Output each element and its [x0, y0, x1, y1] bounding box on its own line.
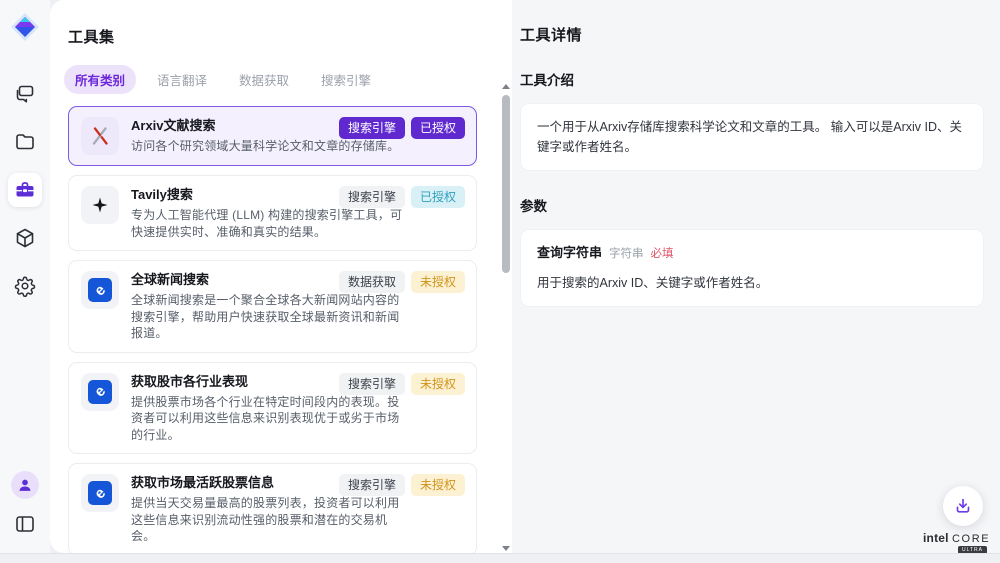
details-title: 工具详情	[520, 24, 992, 45]
chat-icon	[13, 82, 37, 106]
spark-star-icon	[90, 195, 110, 215]
app-logo-icon	[9, 11, 41, 43]
param-name: 查询字符串	[537, 243, 602, 264]
param-required-flag: 必填	[651, 245, 674, 263]
category-tab-3[interactable]: 搜索引擎	[310, 65, 382, 94]
auth-status-badge: 已授权	[411, 117, 465, 139]
param-description: 用于搜索的Arxiv ID、关键字或作者姓名。	[537, 273, 967, 293]
intel-core-logo: intel CORE ULTRA	[923, 531, 989, 554]
sidebar-item-models[interactable]	[8, 221, 42, 255]
tool-list: Arxiv文献搜索 访问各个研究领域大量科学论文和文章的存储库。 搜索引擎 已授…	[68, 106, 477, 553]
category-badge: 搜索引擎	[339, 474, 405, 496]
tool-icon	[81, 117, 119, 155]
intro-heading: 工具介绍	[520, 69, 992, 89]
tool-card[interactable]: Arxiv文献搜索 访问各个研究领域大量科学论文和文章的存储库。 搜索引擎 已授…	[68, 106, 477, 166]
left-rail	[0, 0, 50, 553]
page-title: 工具集	[68, 26, 512, 47]
tool-description: 全球新闻搜索是一个聚合全球各大新闻网站内容的搜索引擎，帮助用户快速获取全球最新资…	[131, 292, 409, 342]
tool-card[interactable]: e 获取市场最活跃股票信息 提供当天交易量最高的股票列表，投资者可以利用这些信息…	[68, 463, 477, 553]
folder-icon	[13, 130, 37, 154]
tool-card[interactable]: Tavily搜索 专为人工智能代理 (LLM) 构建的搜索引擎工具，可快速提供实…	[68, 175, 477, 251]
tool-card[interactable]: e 获取股市各行业表现 提供股票市场各个行业在特定时间段内的表现。投资者可以利用…	[68, 362, 477, 455]
download-button[interactable]	[943, 486, 983, 526]
sidebar-item-chat[interactable]	[8, 77, 42, 111]
auth-status-badge: 已授权	[411, 186, 465, 208]
category-tab-2[interactable]: 数据获取	[228, 65, 300, 94]
news-service-logo-icon: e	[88, 481, 112, 505]
category-badge: 搜索引擎	[339, 186, 405, 208]
tool-card[interactable]: e 全球新闻搜索 全球新闻搜索是一个聚合全球各大新闻网站内容的搜索引擎，帮助用户…	[68, 260, 477, 353]
tool-description: 访问各个研究领域大量科学论文和文章的存储库。	[131, 138, 399, 155]
gear-icon	[13, 274, 37, 298]
param-type: 字符串	[609, 245, 644, 263]
download-icon	[952, 495, 974, 517]
intel-brand-text: intel	[923, 531, 949, 545]
auth-status-badge: 未授权	[411, 373, 465, 395]
tool-description: 专为人工智能代理 (LLM) 构建的搜索引擎工具，可快速提供实时、准确和真实的结…	[131, 207, 409, 240]
category-tab-0[interactable]: 所有类别	[64, 65, 136, 94]
news-service-logo-icon: e	[88, 278, 112, 302]
auth-status-badge: 未授权	[411, 271, 465, 293]
toolbox-icon	[13, 178, 37, 202]
collapse-sidebar-button[interactable]	[8, 507, 42, 541]
user-avatar[interactable]	[11, 471, 39, 499]
news-service-logo-icon: e	[88, 380, 112, 404]
param-box: 查询字符串 字符串 必填 用于搜索的Arxiv ID、关键字或作者姓名。	[520, 229, 984, 307]
tool-details-panel: 工具详情 工具介绍 一个用于从Arxiv存储库搜索科学论文和文章的工具。 输入可…	[512, 0, 1000, 553]
tool-icon: e	[81, 271, 119, 309]
category-badge: 数据获取	[339, 271, 405, 293]
arxiv-logo-icon	[89, 125, 111, 147]
category-tabs: 所有类别语言翻译数据获取搜索引擎	[64, 65, 512, 94]
tool-icon	[81, 186, 119, 224]
auth-status-badge: 未授权	[411, 474, 465, 496]
sidebar-item-settings[interactable]	[8, 269, 42, 303]
tool-icon: e	[81, 474, 119, 512]
sidebar-item-files[interactable]	[8, 125, 42, 159]
tool-icon: e	[81, 373, 119, 411]
scrollbar-down-arrow-icon[interactable]	[502, 546, 510, 551]
core-brand-text: CORE	[952, 533, 990, 545]
toolset-panel: 工具集 所有类别语言翻译数据获取搜索引擎 Arxiv文献搜索 访问各个研究领域大…	[50, 0, 512, 553]
params-heading: 参数	[520, 195, 992, 215]
scrollbar-up-arrow-icon[interactable]	[502, 84, 510, 89]
scrollbar-thumb[interactable]	[502, 95, 510, 273]
category-tab-1[interactable]: 语言翻译	[146, 65, 218, 94]
bottom-strip	[0, 553, 1000, 563]
sidebar-item-tools[interactable]	[8, 173, 42, 207]
tool-description: 提供当天交易量最高的股票列表，投资者可以利用这些信息来识别流动性强的股票和潜在的…	[131, 495, 409, 545]
intro-text-box: 一个用于从Arxiv存储库搜索科学论文和文章的工具。 输入可以是Arxiv ID…	[520, 103, 984, 171]
user-avatar-icon	[15, 475, 35, 495]
panel-toggle-icon	[13, 512, 37, 536]
category-badge: 搜索引擎	[339, 373, 405, 395]
cube-icon	[13, 226, 37, 250]
category-badge: 搜索引擎	[339, 117, 405, 139]
list-scrollbar[interactable]	[501, 84, 511, 551]
tool-description: 提供股票市场各个行业在特定时间段内的表现。投资者可以利用这些信息来识别表现优于或…	[131, 394, 409, 444]
